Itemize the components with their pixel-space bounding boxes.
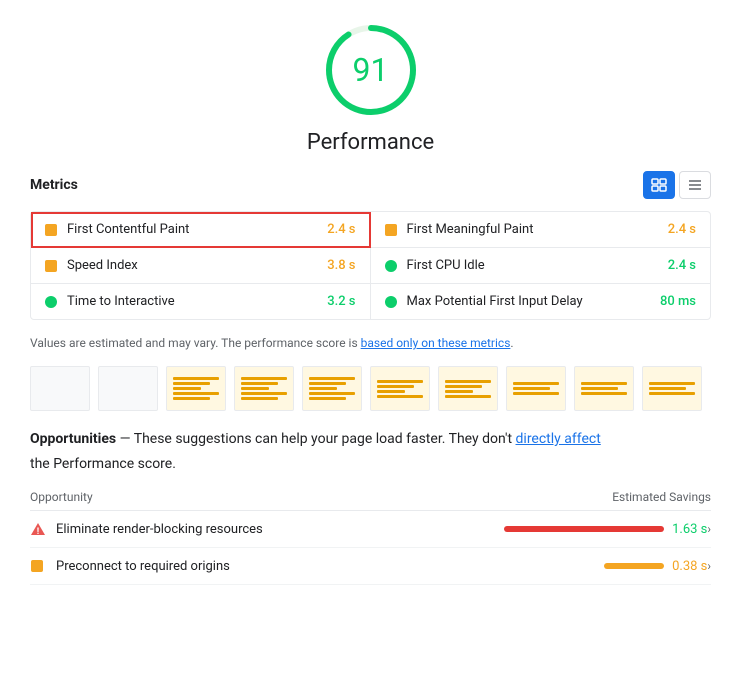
opp-row-render-blocking[interactable]: ! Eliminate render-blocking resources 1.… xyxy=(30,511,711,548)
thumbnail xyxy=(98,366,158,411)
metric-name: First Contentful Paint xyxy=(67,222,317,237)
thumbnail xyxy=(30,366,90,411)
opp-bar xyxy=(504,526,664,532)
score-value: 91 xyxy=(353,51,389,89)
score-circle: 91 xyxy=(321,20,421,120)
opportunities-bold: Opportunities xyxy=(30,431,116,447)
metric-value: 3.2 s xyxy=(327,294,355,309)
metric-dot xyxy=(385,260,397,272)
metric-first-contentful-paint[interactable]: First Contentful Paint 2.4 s xyxy=(31,212,371,248)
opp-name: Preconnect to required origins xyxy=(56,559,604,574)
list-view-button[interactable] xyxy=(679,171,711,199)
metrics-link[interactable]: based only on these metrics xyxy=(361,336,511,350)
svg-text:!: ! xyxy=(37,527,39,537)
metric-dot xyxy=(385,296,397,308)
metric-speed-index[interactable]: Speed Index 3.8 s xyxy=(31,248,371,284)
metric-value: 2.4 s xyxy=(668,222,696,237)
opportunities-gray: — These suggestions can help your page l… xyxy=(116,431,515,447)
square-warning-icon xyxy=(30,558,46,574)
opp-bar xyxy=(604,563,664,569)
info-text: Values are estimated and may vary. The p… xyxy=(30,334,711,352)
thumbnail xyxy=(574,366,634,411)
opp-value: 1.63 s xyxy=(672,522,707,537)
grid-view-button[interactable] xyxy=(643,171,675,199)
thumbnail xyxy=(438,366,498,411)
triangle-warning-icon: ! xyxy=(30,521,46,537)
metrics-title: Metrics xyxy=(30,177,78,193)
col-opportunity: Opportunity xyxy=(30,490,93,504)
thumbnail xyxy=(506,366,566,411)
metric-value: 2.4 s xyxy=(668,258,696,273)
chevron-down-icon[interactable]: › xyxy=(707,522,711,536)
performance-label: Performance xyxy=(307,130,434,155)
metric-name: Max Potential First Input Delay xyxy=(407,294,650,309)
chevron-down-icon[interactable]: › xyxy=(707,559,711,573)
metric-name: Speed Index xyxy=(67,258,317,273)
metric-dot xyxy=(385,224,397,236)
metric-value: 80 ms xyxy=(660,294,696,309)
opportunities-section: Opportunities — These suggestions can he… xyxy=(30,429,711,585)
metric-name: First Meaningful Paint xyxy=(407,222,658,237)
opp-row-preconnect[interactable]: Preconnect to required origins 0.38 s › xyxy=(30,548,711,585)
opp-bar-container xyxy=(604,563,664,569)
opportunities-intro: Opportunities — These suggestions can he… xyxy=(30,429,711,450)
thumbnail xyxy=(166,366,226,411)
opportunities-subtext: the Performance score. xyxy=(30,456,711,472)
opp-name: Eliminate render-blocking resources xyxy=(56,522,504,537)
thumbnail xyxy=(642,366,702,411)
metric-dot xyxy=(45,260,57,272)
metrics-grid: First Contentful Paint 2.4 s First Meani… xyxy=(30,211,711,320)
col-savings: Estimated Savings xyxy=(612,490,711,504)
metric-first-meaningful-paint[interactable]: First Meaningful Paint 2.4 s xyxy=(371,212,711,248)
thumbnail xyxy=(234,366,294,411)
metrics-header: Metrics xyxy=(30,171,711,199)
metric-dot xyxy=(45,296,57,308)
metric-time-to-interactive[interactable]: Time to Interactive 3.2 s xyxy=(31,284,371,319)
opp-value: 0.38 s xyxy=(672,559,707,574)
metric-value: 2.4 s xyxy=(327,222,355,237)
opp-table-header: Opportunity Estimated Savings xyxy=(30,486,711,511)
metric-name: First CPU Idle xyxy=(407,258,658,273)
metric-value: 3.8 s xyxy=(327,258,355,273)
score-section: 91 Performance xyxy=(30,20,711,155)
opp-bar-container xyxy=(504,526,664,532)
thumbnail xyxy=(302,366,362,411)
metric-max-potential-fid[interactable]: Max Potential First Input Delay 80 ms xyxy=(371,284,711,319)
thumbnails-row xyxy=(30,366,711,411)
metric-first-cpu-idle[interactable]: First CPU Idle 2.4 s xyxy=(371,248,711,284)
thumbnail xyxy=(370,366,430,411)
directly-affect-link[interactable]: directly affect xyxy=(516,431,601,447)
metric-name: Time to Interactive xyxy=(67,294,317,309)
metric-dot xyxy=(45,224,57,236)
view-toggle xyxy=(643,171,711,199)
